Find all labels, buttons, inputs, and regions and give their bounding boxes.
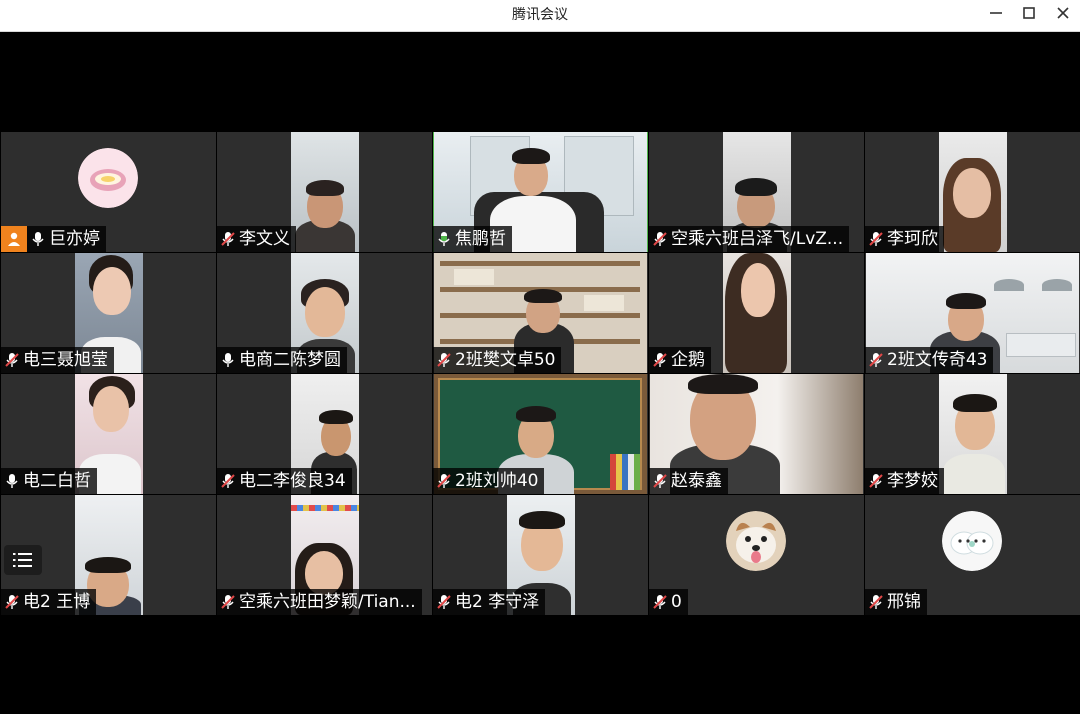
participant-tile[interactable]: 邢锦 xyxy=(865,495,1080,615)
microphone-muted-icon xyxy=(653,353,667,367)
participant-name: 李珂欣 xyxy=(887,229,938,249)
participant-name: 邢锦 xyxy=(887,592,921,612)
participant-name-bar: 电2 李守泽 xyxy=(433,589,546,615)
microphone-muted-icon xyxy=(869,595,883,609)
participant-name-bar: 李梦姣 xyxy=(865,468,944,494)
participant-name-bar: 2班樊文卓50 xyxy=(433,347,562,373)
participant-name-bar: 电二白哲 xyxy=(1,468,97,494)
microphone-muted-icon xyxy=(653,232,667,246)
participant-tile[interactable]: 电二李俊良34 xyxy=(217,374,432,494)
participant-name: 电二白哲 xyxy=(23,471,91,491)
participant-name-bar: 电商二陈梦圆 xyxy=(217,347,347,373)
participant-video xyxy=(723,253,791,373)
participant-name-bar: 李珂欣 xyxy=(865,226,944,252)
participant-name-bar: 电2 王博 xyxy=(1,589,97,615)
minimize-button[interactable] xyxy=(979,0,1013,30)
participant-name: 0 xyxy=(671,592,682,612)
user-icon xyxy=(8,232,20,246)
participant-name-bar: 邢锦 xyxy=(865,589,927,615)
dog-avatar xyxy=(726,511,786,571)
participant-name: 电三聂旭莹 xyxy=(23,350,108,370)
participant-name-bar: 2班刘帅40 xyxy=(433,468,545,494)
participant-tile[interactable]: 空乘六班吕泽飞/LvZ... xyxy=(649,132,864,252)
participant-name-bar: 2班文传奇43 xyxy=(865,347,994,373)
maximize-button[interactable] xyxy=(1012,0,1046,30)
participant-name: 空乘六班田梦颖/Tian... xyxy=(239,592,416,612)
participant-video xyxy=(939,374,1007,494)
participant-tile[interactable]: 0 xyxy=(649,495,864,615)
participant-name-bar: 空乘六班吕泽飞/LvZ... xyxy=(649,226,850,252)
microphone-icon xyxy=(32,232,44,246)
participant-tile[interactable]: 企鹅 xyxy=(649,253,864,373)
participant-tile[interactable]: 电商二陈梦圆 xyxy=(217,253,432,373)
lips-avatar xyxy=(78,148,138,208)
participant-tile[interactable]: 电三聂旭莹 xyxy=(1,253,216,373)
maximize-icon xyxy=(1023,7,1035,19)
microphone-muted-icon xyxy=(653,595,667,609)
participant-tile[interactable]: 空乘六班田梦颖/Tian... xyxy=(217,495,432,615)
participant-name-bar: 电二李俊良34 xyxy=(217,468,352,494)
cartoon-avatar xyxy=(942,511,1002,571)
participant-name: 企鹅 xyxy=(671,350,705,370)
participant-video xyxy=(291,132,359,252)
participant-name-bar: 焦鹏哲 xyxy=(433,226,512,252)
participant-tile[interactable]: 2班樊文卓50 xyxy=(433,253,648,373)
participant-name-bar: 空乘六班田梦颖/Tian... xyxy=(217,589,422,615)
participant-tile[interactable]: 电2 李守泽 xyxy=(433,495,648,615)
participant-name-bar: 电三聂旭莹 xyxy=(1,347,114,373)
microphone-muted-icon xyxy=(5,595,19,609)
participant-name: 电二李俊良34 xyxy=(239,471,346,491)
participant-tile[interactable]: 巨亦婷 xyxy=(1,132,216,252)
microphone-muted-icon xyxy=(869,474,883,488)
microphone-muted-icon xyxy=(221,595,235,609)
participant-name: 李梦姣 xyxy=(887,471,938,491)
participant-tile[interactable]: 2班刘帅40 xyxy=(433,374,648,494)
participant-tile[interactable]: 李文义 xyxy=(217,132,432,252)
microphone-muted-icon xyxy=(5,353,19,367)
participant-name: 空乘六班吕泽飞/LvZ... xyxy=(671,229,844,249)
participant-video xyxy=(939,132,1007,252)
participant-tile[interactable]: 2班文传奇43 xyxy=(865,253,1080,373)
participant-name: 赵泰鑫 xyxy=(671,471,722,491)
participant-name-bar: 0 xyxy=(649,589,688,615)
participant-name: 焦鹏哲 xyxy=(455,229,506,249)
microphone-active-icon xyxy=(438,232,450,246)
microphone-muted-icon xyxy=(653,474,667,488)
microphone-muted-icon xyxy=(221,232,235,246)
participant-name: 2班樊文卓50 xyxy=(455,350,556,370)
microphone-muted-icon xyxy=(221,474,235,488)
participant-tile[interactable]: 电二白哲 xyxy=(1,374,216,494)
list-icon xyxy=(13,553,32,567)
microphone-icon xyxy=(222,353,234,367)
participant-tile-active-speaker[interactable]: 焦鹏哲 xyxy=(433,132,648,252)
participant-grid: 巨亦婷 李文义 焦鹏哲 空乘六班吕泽飞/LvZ... 李珂欣 电三聂旭莹 电商二… xyxy=(1,132,1080,615)
participant-name: 电2 李守泽 xyxy=(455,592,540,612)
participant-name: 巨亦婷 xyxy=(49,229,100,249)
participant-tile[interactable]: 李珂欣 xyxy=(865,132,1080,252)
participant-name: 2班文传奇43 xyxy=(887,350,988,370)
window-title: 腾讯会议 xyxy=(512,7,568,23)
microphone-muted-icon xyxy=(437,595,451,609)
minimize-icon xyxy=(990,12,1002,14)
participant-name-bar: 巨亦婷 xyxy=(1,226,106,252)
participant-name-bar: 李文义 xyxy=(217,226,296,252)
participant-name-bar: 企鹅 xyxy=(649,347,711,373)
close-icon xyxy=(1057,7,1069,19)
microphone-muted-icon xyxy=(869,353,883,367)
microphone-muted-icon xyxy=(869,232,883,246)
participant-tile[interactable]: 李梦姣 xyxy=(865,374,1080,494)
close-button[interactable] xyxy=(1046,0,1080,30)
participant-name-bar: 赵泰鑫 xyxy=(649,468,728,494)
microphone-muted-icon xyxy=(437,474,451,488)
participant-name: 电2 王博 xyxy=(23,592,91,612)
microphone-icon xyxy=(6,474,18,488)
title-bar: 腾讯会议 xyxy=(0,0,1080,32)
microphone-muted-icon xyxy=(437,353,451,367)
host-badge xyxy=(1,226,27,252)
participant-name: 2班刘帅40 xyxy=(455,471,539,491)
participant-tile[interactable]: 赵泰鑫 xyxy=(649,374,864,494)
participant-name: 李文义 xyxy=(239,229,290,249)
participant-name: 电商二陈梦圆 xyxy=(239,350,341,370)
member-list-button[interactable] xyxy=(4,545,42,575)
